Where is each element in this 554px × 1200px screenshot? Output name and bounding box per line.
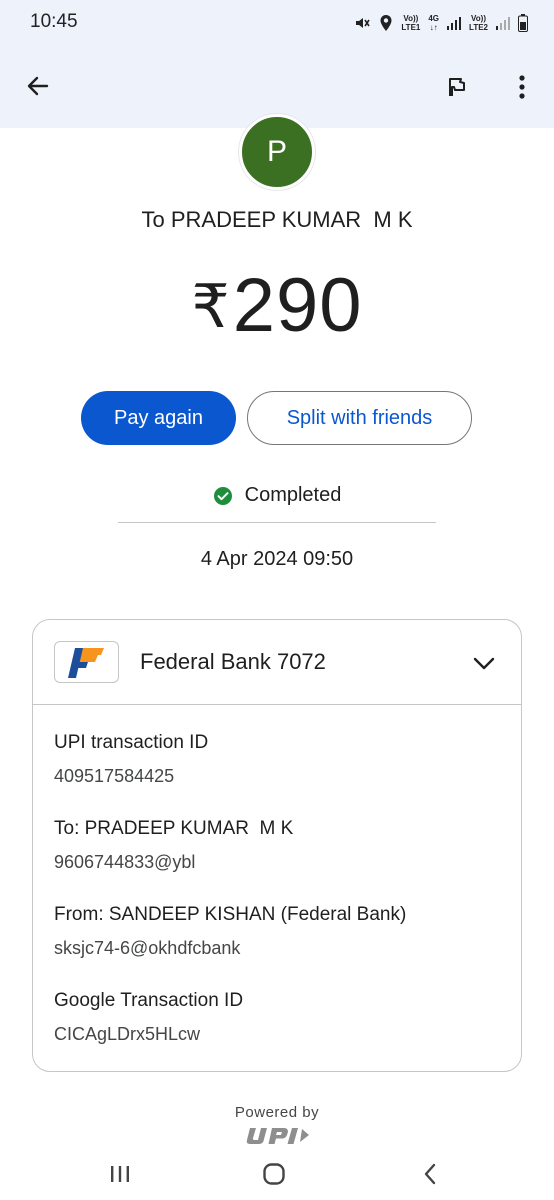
status-text: Completed: [244, 484, 342, 506]
location-icon: [380, 15, 392, 31]
chevron-left-icon: [424, 1163, 436, 1185]
amount-value: 290: [232, 263, 363, 348]
arrow-back-icon: [27, 76, 49, 96]
detail-value[interactable]: 9606744833@ybl: [54, 852, 293, 873]
detail-value[interactable]: CICAgLDrx5HLcw: [54, 1024, 243, 1045]
sim2-indicator: Vo)) LTE2: [469, 14, 488, 32]
status-icons: Vo)) LTE1 4G ↓↑ Vo)) LTE2: [353, 12, 528, 34]
powered-by-text: Powered by: [234, 1104, 320, 1121]
detail-to: To: PRADEEP KUMAR M K 9606744833@ybl: [54, 818, 293, 873]
back-button[interactable]: [22, 70, 54, 102]
detail-google-transaction-id: Google Transaction ID CICAgLDrx5HLcw: [54, 990, 243, 1045]
detail-value[interactable]: 409517584425: [54, 766, 208, 787]
detail-label: UPI transaction ID: [54, 732, 209, 753]
network-type-bottom: ↓↑: [429, 23, 438, 32]
report-button[interactable]: [442, 72, 472, 102]
sim1-top: Vo)): [403, 14, 419, 23]
back-nav-button[interactable]: [410, 1154, 450, 1194]
bank-logo: [54, 641, 119, 683]
transaction-details-card: Federal Bank 7072 UPI transaction ID 409…: [32, 619, 522, 1072]
amount: ₹290: [0, 262, 554, 349]
status-time: 10:45: [30, 11, 78, 32]
network-type: 4G ↓↑: [428, 14, 439, 32]
battery-icon: [518, 14, 528, 32]
chevron-down-icon: [473, 657, 495, 670]
split-with-friends-button[interactable]: Split with friends: [247, 391, 472, 445]
more-vert-icon: [519, 75, 525, 99]
network-type-top: 4G: [428, 14, 440, 23]
payee-avatar: P: [239, 114, 315, 190]
sim2-bottom: LTE2: [469, 23, 488, 32]
divider: [118, 522, 436, 523]
detail-from: From: SANDEEP KISHAN (Federal Bank) sksj…: [54, 904, 406, 959]
detail-label: From: SANDEEP KISHAN (Federal Bank): [54, 904, 407, 925]
detail-label: To: PRADEEP KUMAR M K: [54, 818, 294, 839]
detail-label: Google Transaction ID: [54, 990, 244, 1011]
home-button[interactable]: [254, 1154, 294, 1194]
bank-name: Federal Bank 7072: [140, 649, 326, 674]
signal-icon-2: [496, 17, 510, 30]
signal-icon: [447, 17, 462, 30]
pay-again-button[interactable]: Pay again: [81, 391, 236, 445]
system-nav-bar: [0, 1144, 554, 1200]
status-bar: 10:45 Vo)) LTE1 4G ↓↑ Vo)) LTE2: [0, 0, 554, 44]
transaction-datetime: 4 Apr 2024 09:50: [200, 548, 354, 570]
sim1-indicator: Vo)) LTE1: [401, 14, 420, 32]
sim2-top: Vo)): [471, 14, 486, 23]
detail-value[interactable]: sksjc74-6@okhdfcbank: [54, 938, 406, 959]
recent-apps-icon: [111, 1166, 129, 1182]
mute-icon: [356, 18, 371, 28]
detail-upi-transaction-id: UPI transaction ID 409517584425: [54, 732, 208, 787]
check-circle-icon: [213, 486, 232, 505]
more-options-button[interactable]: [508, 70, 536, 104]
bank-account-row[interactable]: Federal Bank 7072: [33, 620, 521, 705]
home-icon: [263, 1163, 285, 1185]
expand-button[interactable]: [469, 650, 499, 676]
recent-apps-button[interactable]: [100, 1154, 140, 1194]
payee-name: To PRADEEP KUMAR M K: [141, 207, 413, 232]
federal-bank-logo-icon: [67, 648, 104, 678]
transaction-status: Completed: [0, 484, 554, 507]
flag-icon: [449, 78, 465, 96]
currency-symbol: ₹: [191, 273, 231, 340]
sim1-bottom: LTE1: [401, 23, 421, 32]
upi-logo-icon: [246, 1128, 309, 1144]
